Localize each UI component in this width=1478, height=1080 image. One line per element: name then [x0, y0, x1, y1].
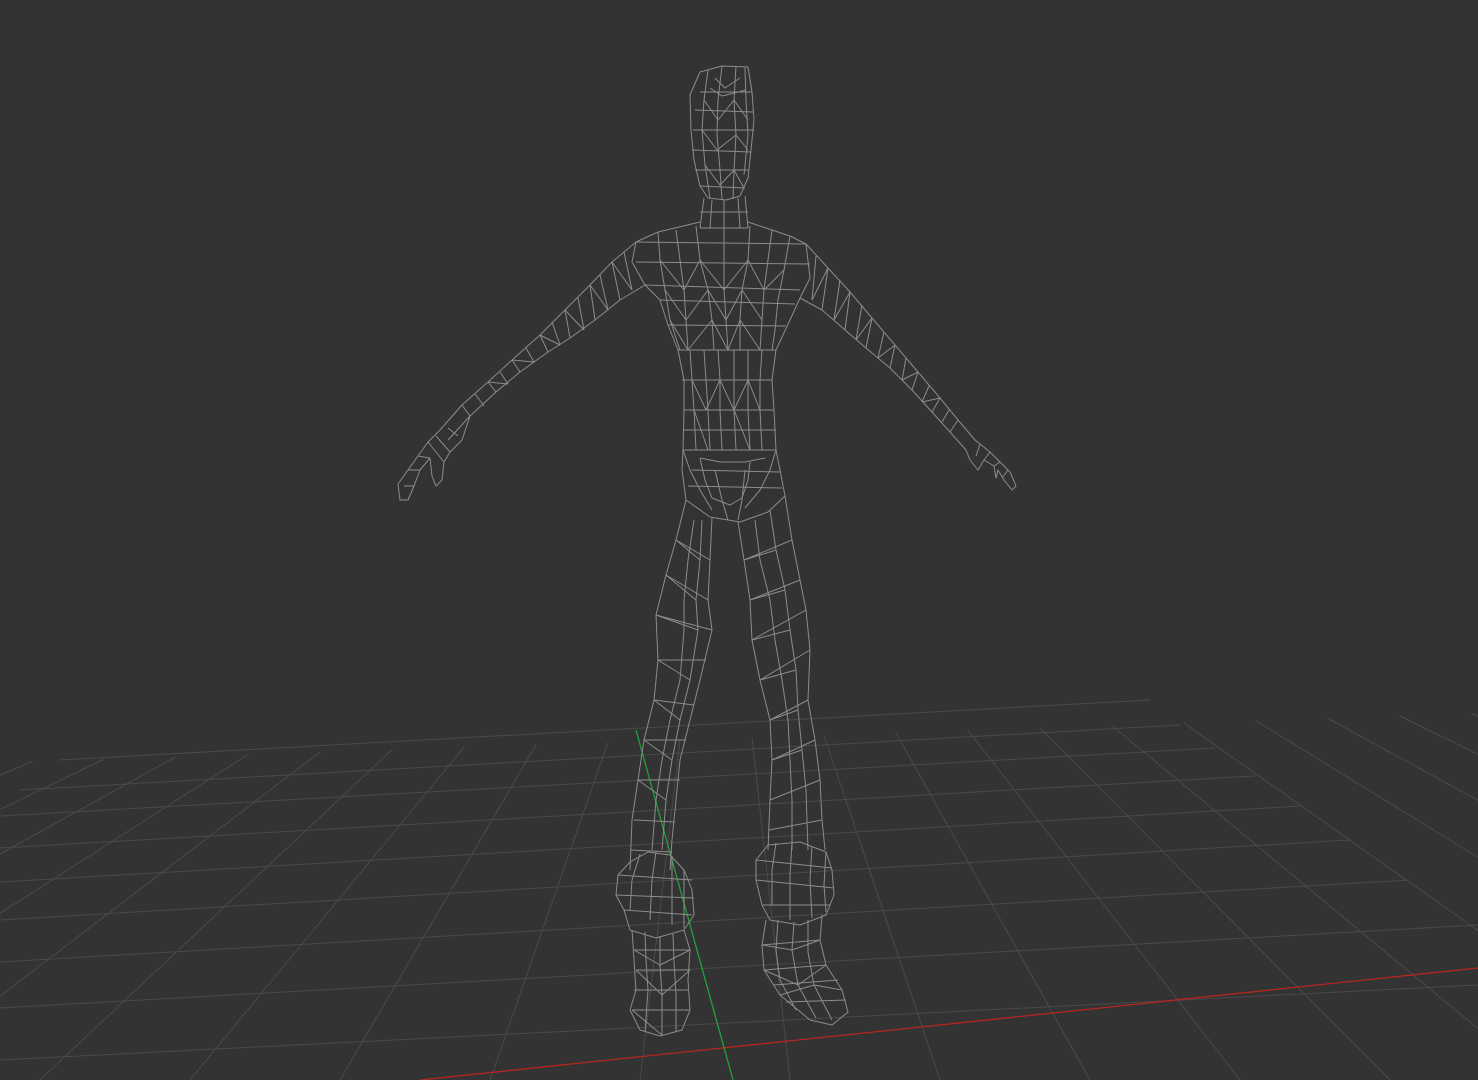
- grid-column-line: [639, 739, 681, 1080]
- torso-mesh: [631, 221, 811, 523]
- grid-row-line: [0, 984, 1478, 1061]
- right-hand-mesh: [965, 439, 1017, 491]
- grid-row-line: [0, 839, 1351, 921]
- grid-row-line: [0, 747, 1216, 817]
- x-axis-line: [419, 967, 1478, 1080]
- grid-column-line: [895, 732, 1091, 1080]
- grid-column-line: [967, 730, 1241, 1080]
- left-arm-mesh: [439, 241, 646, 441]
- grid-column-line: [189, 746, 465, 1080]
- grid-column-line: [0, 758, 105, 811]
- grid-column-line: [0, 753, 249, 914]
- grid-row-line: [0, 879, 1411, 963]
- left-hand-mesh: [397, 415, 471, 501]
- right-arm-mesh: [799, 243, 976, 451]
- grid-row-line: [0, 775, 1256, 849]
- grid-column-line: [1327, 717, 1478, 801]
- grid-column-line: [1039, 727, 1391, 1080]
- grid-column-line: [1111, 725, 1478, 1030]
- grid-column-line: [823, 735, 941, 1080]
- grid-column-line: [1399, 715, 1478, 755]
- grid-row-line: [0, 924, 1478, 1009]
- grid-row-line: [0, 805, 1301, 883]
- grid-column-line: [1255, 720, 1478, 858]
- viewport-canvas[interactable]: [0, 0, 1478, 1080]
- grid-row-line: [19, 724, 1181, 791]
- grid-column-line: [0, 761, 33, 776]
- right-leg-mesh: [737, 495, 826, 851]
- 3d-viewport[interactable]: [0, 0, 1478, 1080]
- head-mesh: [689, 65, 755, 201]
- right-boot-mesh: [755, 841, 849, 1026]
- left-boot-mesh: [615, 851, 695, 1037]
- neck-mesh: [699, 195, 749, 230]
- floor-grid: [0, 699, 1478, 1080]
